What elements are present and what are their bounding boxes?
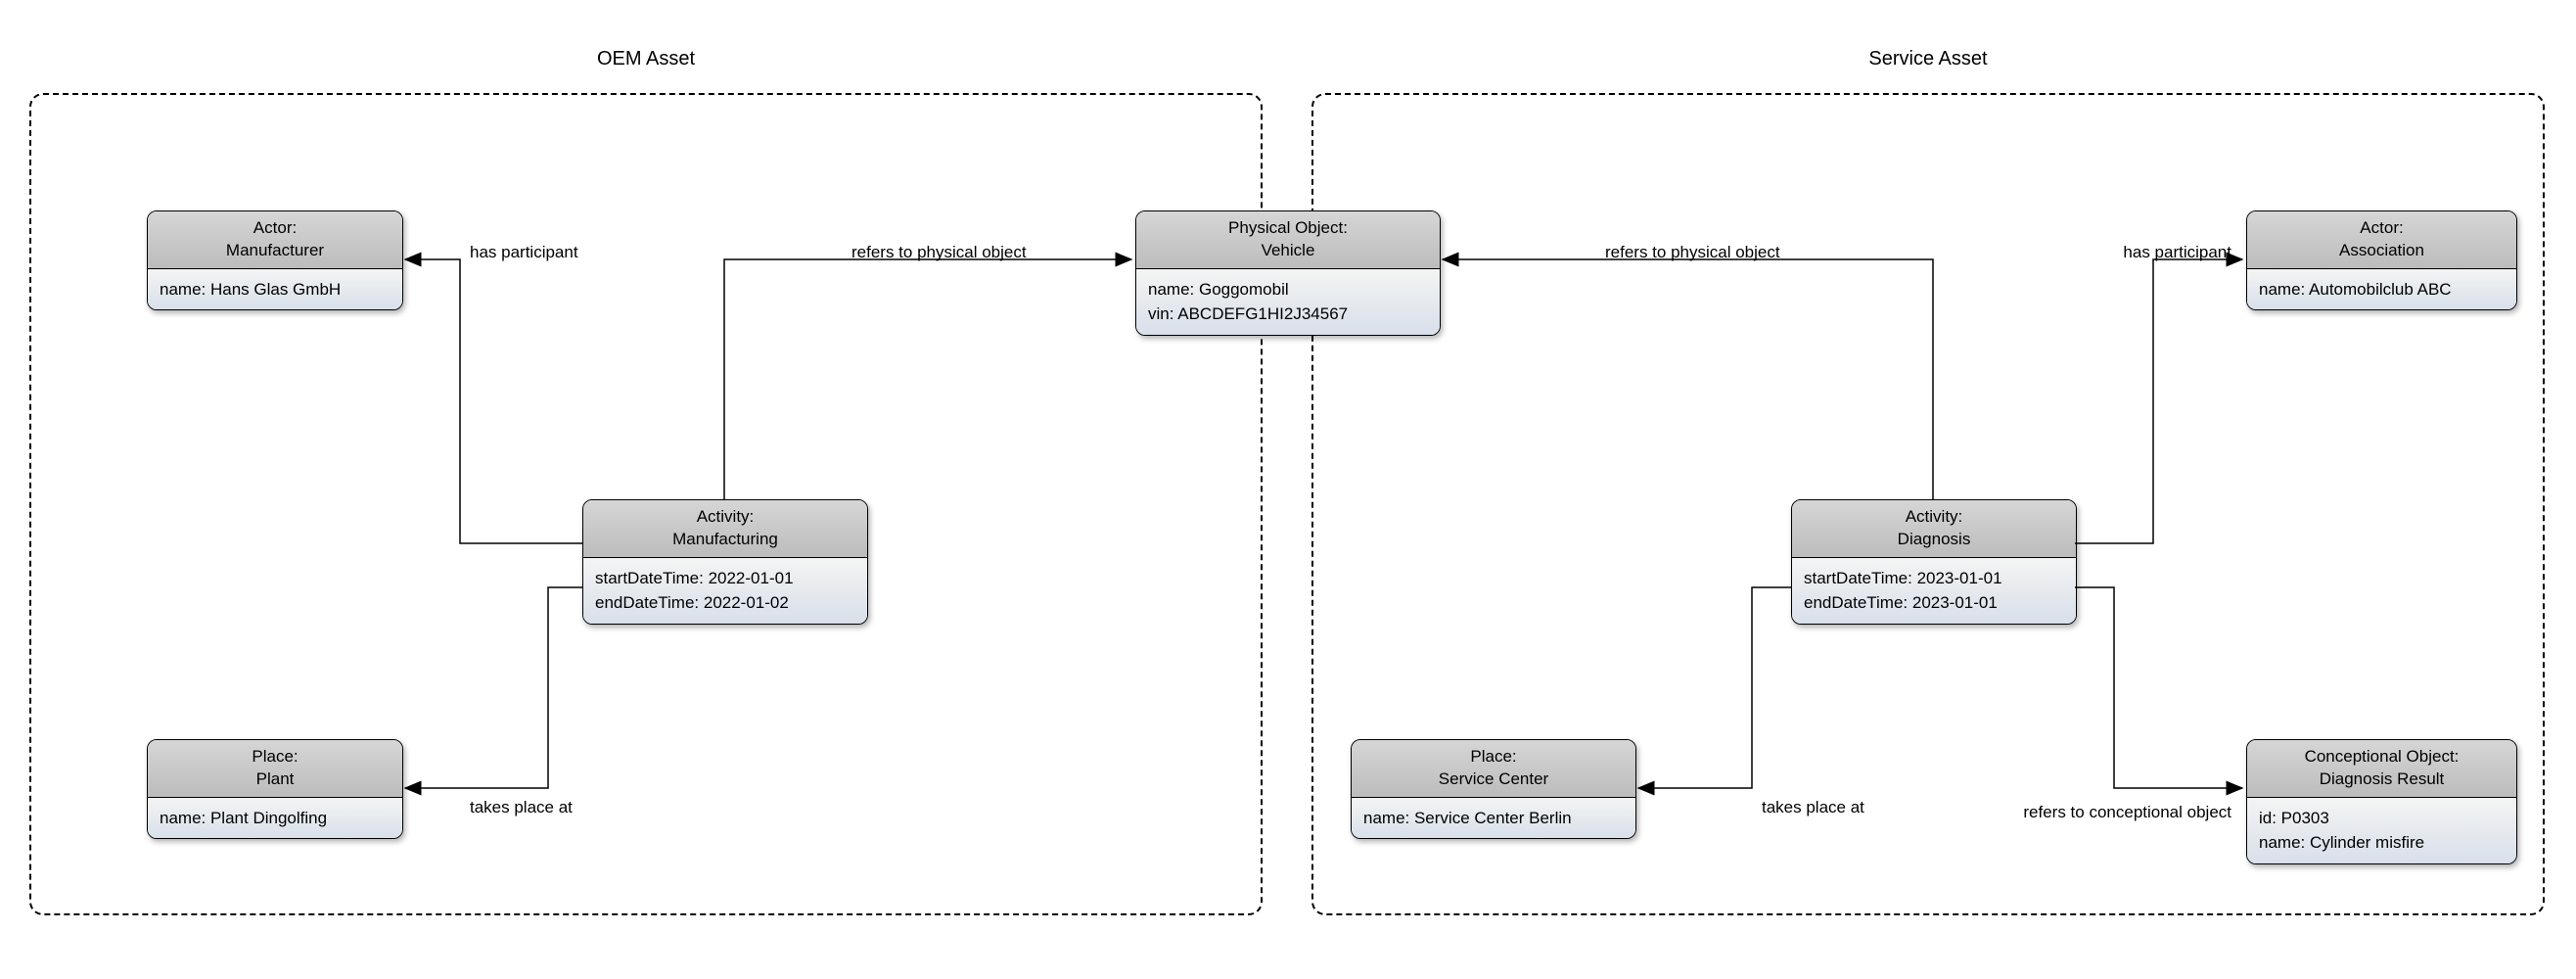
- node-attr: endDateTime: 2023-01-01: [1804, 590, 2064, 616]
- activity-manufacturing-node: Activity: Manufacturing startDateTime: 2…: [582, 499, 868, 625]
- node-attr: name: Cylinder misfire: [2259, 830, 2505, 856]
- node-body: startDateTime: 2023-01-01 endDateTime: 2…: [1792, 558, 2076, 624]
- place-service-center-node: Place: Service Center name: Service Cent…: [1351, 739, 1636, 839]
- activity-diagnosis-node: Activity: Diagnosis startDateTime: 2023-…: [1791, 499, 2077, 625]
- node-subtype: Manufacturing: [593, 529, 857, 551]
- edge-label-refers-conceptional: refers to conceptional object: [1967, 803, 2231, 822]
- node-type: Actor:: [2257, 217, 2507, 240]
- node-body: startDateTime: 2022-01-01 endDateTime: 2…: [583, 558, 867, 624]
- node-header: Activity: Manufacturing: [583, 500, 867, 558]
- node-attr: startDateTime: 2022-01-01: [595, 566, 855, 591]
- node-body: name: Service Center Berlin: [1352, 798, 1635, 839]
- node-type: Activity:: [593, 506, 857, 529]
- node-body: name: Goggomobil vin: ABCDEFG1HI2J34567: [1136, 269, 1440, 335]
- node-attr: name: Goggomobil: [1148, 277, 1428, 303]
- oem-asset-title: OEM Asset: [31, 48, 1261, 70]
- node-body: name: Automobilclub ABC: [2247, 269, 2516, 310]
- node-header: Place: Plant: [148, 740, 402, 798]
- node-attr: name: Plant Dingolfing: [160, 806, 391, 831]
- node-type: Place:: [1361, 746, 1626, 769]
- node-body: name: Hans Glas GmbH: [148, 269, 402, 310]
- edge-label-refers-physical-1: refers to physical object: [851, 243, 1027, 262]
- physical-object-vehicle-node: Physical Object: Vehicle name: Goggomobi…: [1135, 210, 1441, 336]
- node-type: Actor:: [158, 217, 392, 240]
- node-body: name: Plant Dingolfing: [148, 798, 402, 839]
- conceptional-object-diagnosis-result-node: Conceptional Object: Diagnosis Result id…: [2246, 739, 2517, 864]
- node-header: Actor: Manufacturer: [148, 211, 402, 269]
- node-type: Activity:: [1802, 506, 2066, 529]
- node-type: Conceptional Object:: [2257, 746, 2507, 769]
- node-attr: endDateTime: 2022-01-02: [595, 590, 855, 616]
- node-subtype: Vehicle: [1146, 240, 1430, 262]
- node-subtype: Diagnosis Result: [2257, 769, 2507, 791]
- node-attr: startDateTime: 2023-01-01: [1804, 566, 2064, 591]
- node-header: Activity: Diagnosis: [1792, 500, 2076, 558]
- actor-association-node: Actor: Association name: Automobilclub A…: [2246, 210, 2517, 310]
- service-asset-title: Service Asset: [1313, 48, 2543, 70]
- node-body: id: P0303 name: Cylinder misfire: [2247, 798, 2516, 863]
- place-plant-node: Place: Plant name: Plant Dingolfing: [147, 739, 403, 839]
- node-subtype: Association: [2257, 240, 2507, 262]
- node-type: Physical Object:: [1146, 217, 1430, 240]
- node-header: Place: Service Center: [1352, 740, 1635, 798]
- actor-manufacturer-node: Actor: Manufacturer name: Hans Glas GmbH: [147, 210, 403, 310]
- edge-label-takes-place-1: takes place at: [470, 798, 573, 817]
- node-subtype: Manufacturer: [158, 240, 392, 262]
- node-attr: name: Automobilclub ABC: [2259, 277, 2505, 303]
- node-attr: name: Service Center Berlin: [1363, 806, 1624, 831]
- edge-label-refers-physical-2: refers to physical object: [1605, 243, 1780, 262]
- node-attr: vin: ABCDEFG1HI2J34567: [1148, 302, 1428, 327]
- node-subtype: Diagnosis: [1802, 529, 2066, 551]
- node-header: Actor: Association: [2247, 211, 2516, 269]
- node-header: Physical Object: Vehicle: [1136, 211, 1440, 269]
- node-subtype: Plant: [158, 769, 392, 791]
- node-header: Conceptional Object: Diagnosis Result: [2247, 740, 2516, 798]
- edge-label-has-participant-2: has participant: [2016, 243, 2231, 262]
- edge-label-takes-place-2: takes place at: [1762, 798, 1864, 817]
- node-subtype: Service Center: [1361, 769, 1626, 791]
- node-type: Place:: [158, 746, 392, 769]
- node-attr: id: P0303: [2259, 806, 2505, 831]
- edge-label-has-participant-1: has participant: [470, 243, 578, 262]
- node-attr: name: Hans Glas GmbH: [160, 277, 391, 303]
